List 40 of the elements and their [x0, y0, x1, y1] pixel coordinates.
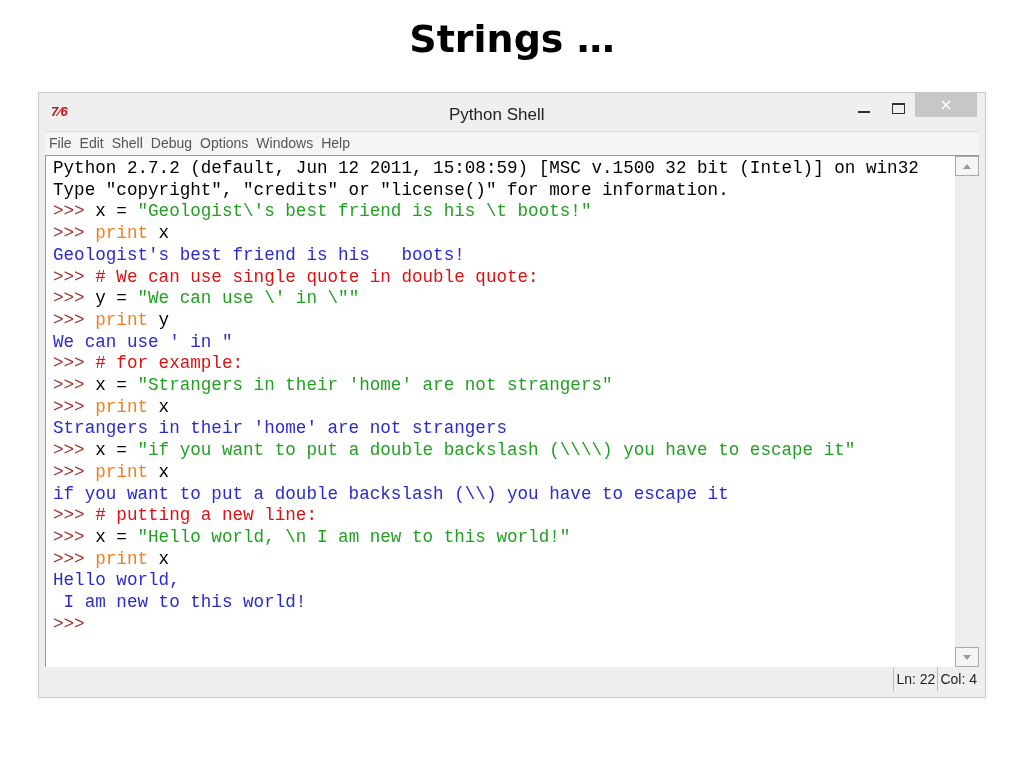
code-line: >>>	[53, 613, 85, 636]
code-line: >>> x = "if you want to put a double backslash (\\\\) you have to escape it"	[53, 440, 856, 462]
menu-item[interactable]: Help	[321, 133, 350, 154]
code-line: Geologist's best friend is his boots!	[53, 244, 465, 267]
menu-item[interactable]: Edit	[79, 133, 104, 154]
menu-item[interactable]: File	[49, 133, 72, 154]
code-line: >>> print x	[53, 223, 170, 245]
slide-title: Strings …	[409, 16, 615, 62]
code-line: I am new to this world!	[62, 592, 307, 614]
window-title: Python Shell	[449, 104, 545, 126]
down-arrow-icon	[963, 654, 971, 660]
menu-item[interactable]: Shell	[111, 133, 143, 154]
menu-item[interactable]: Options	[200, 133, 249, 154]
code-line: >>> x = "Hello world, \n I am new to this world!"	[53, 526, 571, 549]
code-line: >>> # We can use single quote in double quote:	[53, 266, 539, 289]
column-status: Col: 4	[937, 667, 979, 691]
code-line: Python 2.7.2 (default, Jun 12 2011, 15:08:59) [MSC v.1500 32 bit (Intel)] on win32	[53, 158, 919, 180]
menu-item[interactable]: Debug	[150, 133, 193, 154]
scroll-down-button[interactable]	[955, 647, 979, 667]
scroll-up-button[interactable]	[955, 156, 979, 176]
code-line: Type "copyright", "credits" or "license()" for more information.	[53, 179, 729, 202]
code-line: >>> y = "We can use \' in \""	[53, 288, 360, 310]
code-line: We can use ' in "	[53, 331, 233, 354]
code-line: >>> x = "Geologist\'s best friend is his \t boots!"	[53, 201, 592, 224]
line-status: Ln: 22	[893, 667, 938, 691]
code-line: >>> print x	[53, 548, 170, 571]
code-line: Strangers in their 'home' are not strangers	[53, 418, 507, 441]
code-line: >>> # for example:	[53, 353, 244, 376]
code-line: Hello world,	[53, 570, 180, 593]
menu-item[interactable]: Windows	[256, 133, 314, 154]
code-line: >>> print y	[53, 309, 170, 332]
code-line: >>> # putting a new line:	[53, 505, 317, 527]
code-line: if you want to put a double backslash (\\) you have to escape it	[53, 483, 729, 506]
up-arrow-icon	[963, 163, 971, 169]
code-line: >>> print x	[53, 396, 170, 419]
code-line: >>> x = "Strangers in their 'home' are not strangers"	[53, 375, 613, 397]
app-logo: 7⁄6	[51, 103, 68, 122]
scrollbar[interactable]	[955, 156, 979, 667]
close-icon	[941, 100, 951, 110]
code-line: >>> print x	[53, 461, 170, 484]
